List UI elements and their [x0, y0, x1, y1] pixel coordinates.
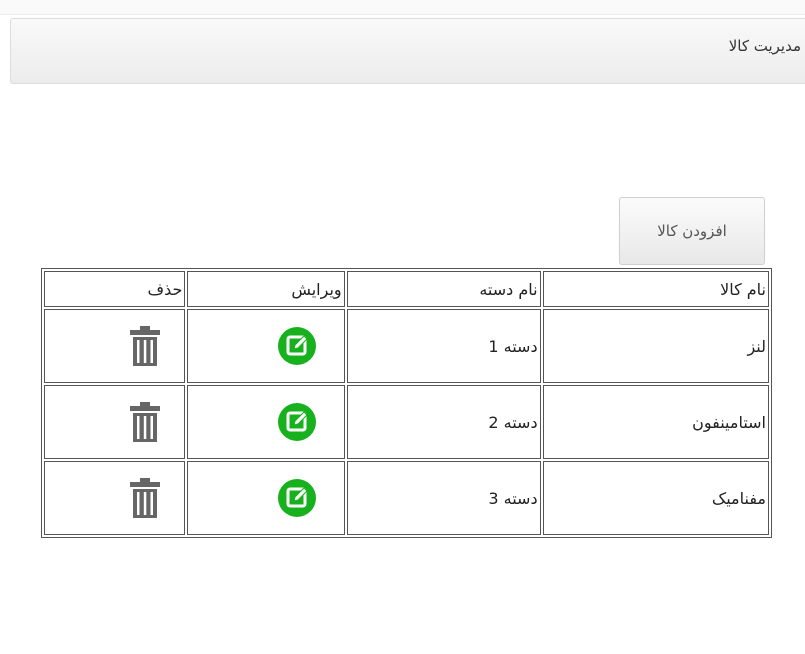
column-header-product-name: نام کالا: [542, 271, 769, 307]
edit-cell: [187, 385, 345, 459]
category-name-cell: دسته 1: [346, 309, 541, 383]
panel-header: مدیریت کالا: [10, 18, 805, 84]
add-product-button[interactable]: افزودن کالا: [619, 197, 765, 265]
column-header-delete: حذف: [44, 271, 186, 307]
product-name-cell: استامینفون: [542, 385, 769, 459]
delete-cell: [44, 309, 186, 383]
delete-cell: [44, 461, 186, 535]
column-header-category-name: نام دسته: [346, 271, 541, 307]
table-row: استامینفون دسته 2: [44, 385, 769, 459]
category-name-cell: دسته 3: [346, 461, 541, 535]
page-title: مدیریت کالا: [728, 37, 801, 55]
trash-icon[interactable]: [128, 401, 162, 443]
edit-icon[interactable]: [277, 402, 317, 442]
edit-cell: [187, 461, 345, 535]
delete-cell: [44, 385, 186, 459]
trash-icon[interactable]: [128, 325, 162, 367]
edit-icon[interactable]: [277, 478, 317, 518]
table-row: لنز دسته 1: [44, 309, 769, 383]
category-name-cell: دسته 2: [346, 385, 541, 459]
column-header-edit: ویرایش: [187, 271, 345, 307]
edit-icon[interactable]: [277, 326, 317, 366]
trash-icon[interactable]: [128, 477, 162, 519]
product-name-cell: لنز: [542, 309, 769, 383]
table-row: مفنامیک دسته 3: [44, 461, 769, 535]
table-header-row: نام کالا نام دسته ویرایش حذف: [44, 271, 769, 307]
edit-cell: [187, 309, 345, 383]
top-strip: [0, 0, 805, 15]
products-table: نام کالا نام دسته ویرایش حذف لنز دسته 1: [41, 268, 772, 538]
product-name-cell: مفنامیک: [542, 461, 769, 535]
